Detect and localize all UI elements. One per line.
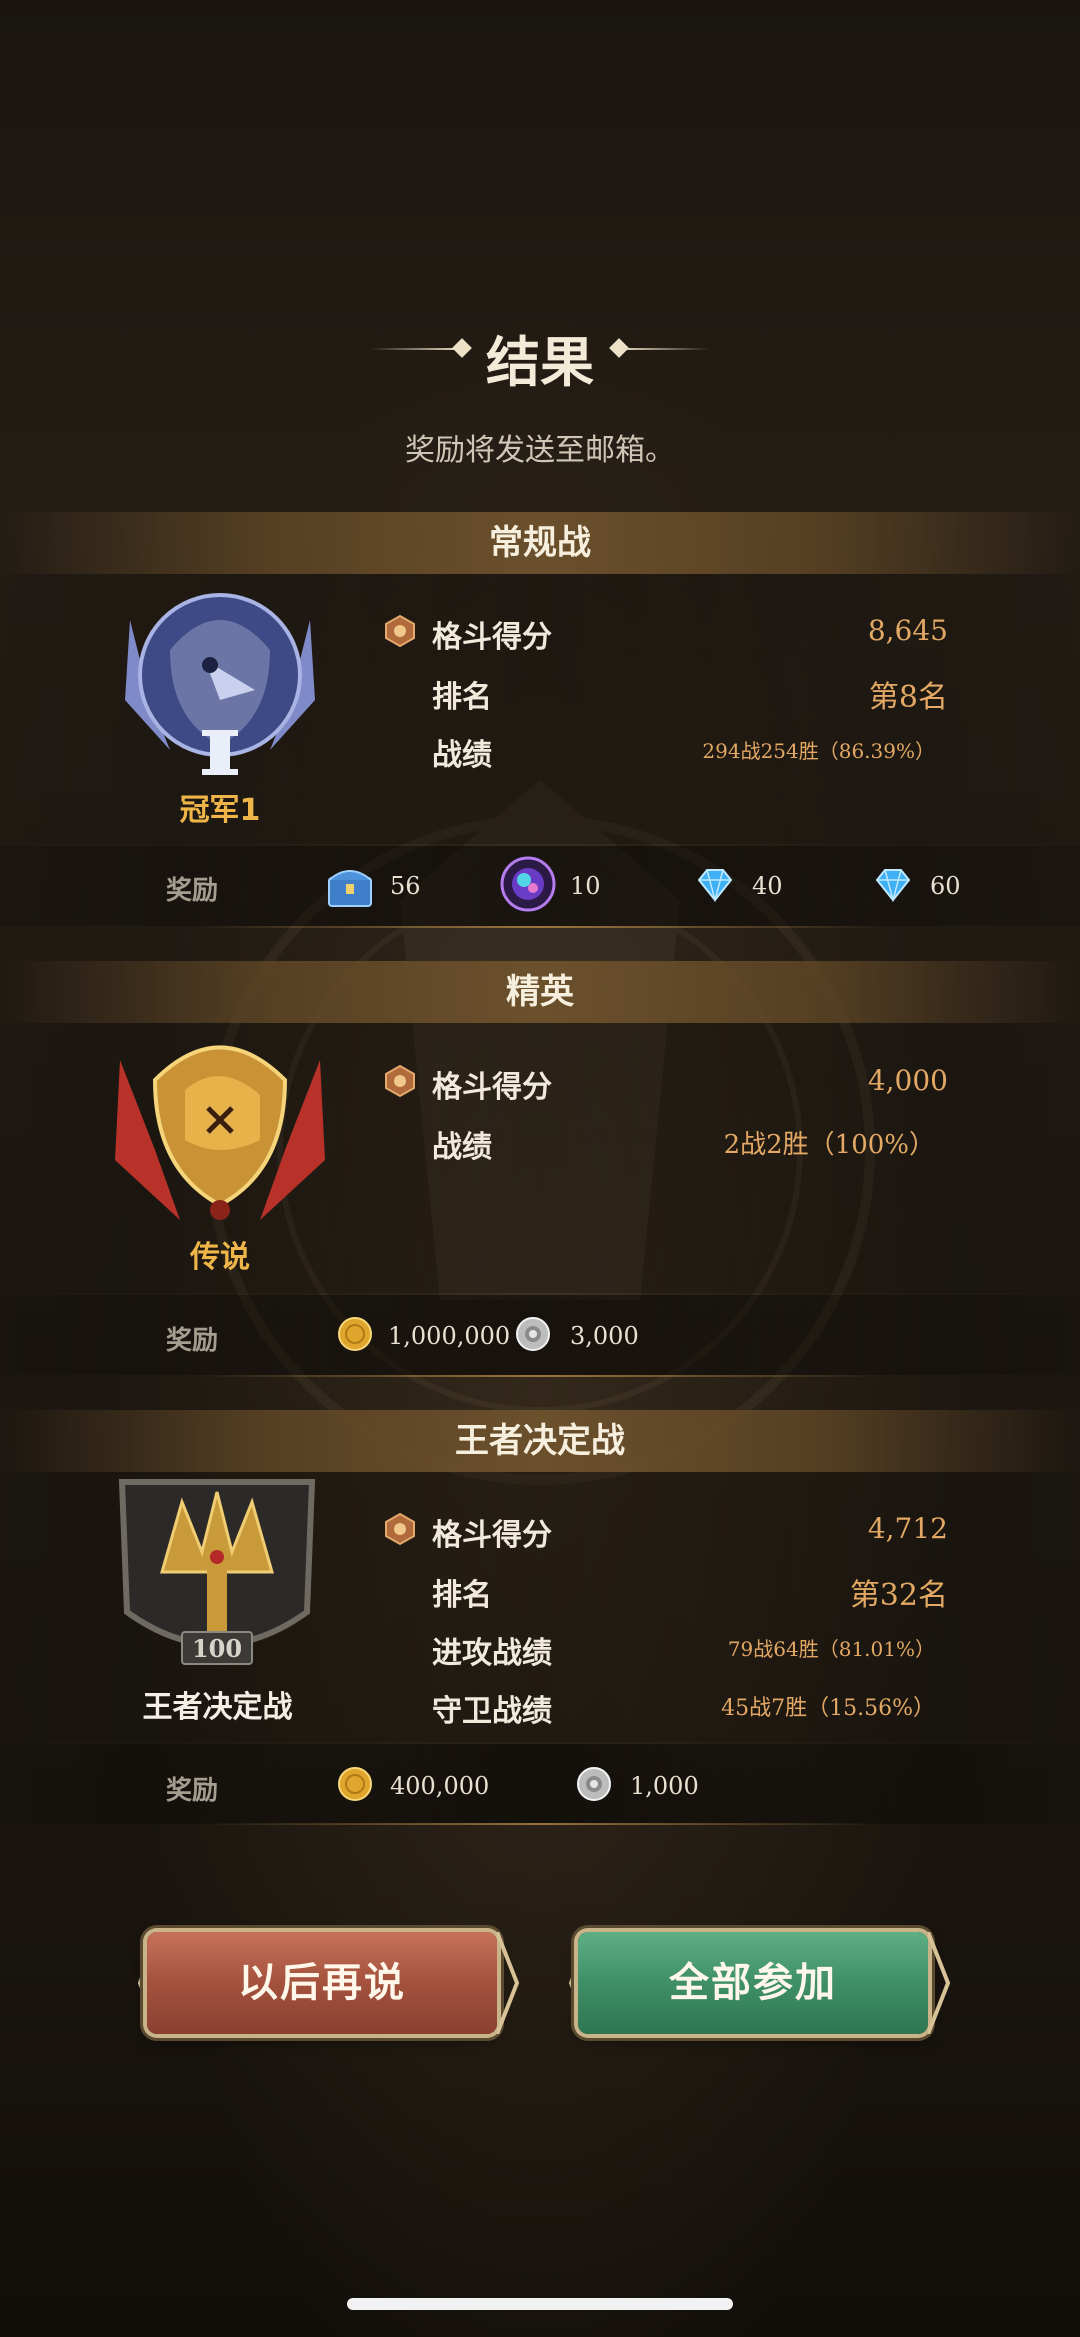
stat-value-rank: 第8名: [868, 680, 948, 715]
blue-diamond-icon: [697, 869, 733, 902]
fight-score-icon: [385, 1064, 415, 1098]
page-title: 结果: [486, 331, 594, 394]
silver-medal-icon: [577, 1767, 611, 1801]
reward-value: 3,000: [570, 1322, 639, 1350]
stat-value-fight-score: 8,645: [867, 614, 948, 647]
stat-label-rank: 排名: [432, 1578, 492, 1613]
section-title-elite: 精英: [506, 972, 574, 1012]
purple-orb-icon: [500, 856, 556, 912]
gold-coin-icon: [338, 1767, 372, 1801]
badge-number: 100: [192, 1634, 242, 1663]
reward-value: 10: [570, 872, 601, 900]
section-divider: [200, 1823, 880, 1825]
stat-value-attack-record: 79战64胜（81.01%）: [727, 1637, 935, 1661]
stat-label-defense-record: 守卫战绩: [432, 1694, 552, 1729]
reward-value: 60: [930, 872, 961, 900]
stat-value-fight-score: 4,712: [867, 1512, 948, 1545]
stat-value-rank: 第32名: [849, 1578, 948, 1613]
title-line-right: [620, 348, 710, 350]
stat-value-fight-score: 4,000: [867, 1064, 948, 1097]
home-indicator[interactable]: [347, 2298, 733, 2310]
button-ornament-right: [497, 1932, 520, 2034]
reward-value: 400,000: [390, 1772, 490, 1800]
button-ornament-right: [928, 1932, 951, 2034]
reward-value: 1,000: [630, 1772, 699, 1800]
stat-value-defense-record: 45战7胜（15.56%）: [721, 1696, 935, 1721]
stat-label-attack-record: 进攻战绩: [432, 1636, 552, 1671]
section-divider: [200, 1375, 880, 1377]
join-all-button[interactable]: 全部参加: [578, 1932, 928, 2034]
treasure-chest-icon: [328, 870, 372, 907]
stat-label-record: 战绩: [432, 1130, 492, 1165]
reward-label: 奖励: [166, 1326, 219, 1356]
rank-label: 王者决定战: [142, 1690, 293, 1725]
stat-label-fight-score: 格斗得分: [432, 1070, 552, 1105]
stat-label-fight-score: 格斗得分: [432, 620, 552, 655]
stat-label-rank: 排名: [432, 680, 492, 715]
page-subtitle: 奖励将发送至邮箱。: [405, 433, 675, 468]
stat-value-record: 294战254胜（86.39%）: [702, 739, 935, 763]
gold-coin-icon: [338, 1317, 372, 1351]
reward-row-king: [0, 1744, 1080, 1824]
champion-rank-badge: [125, 593, 315, 775]
section-divider: [200, 926, 880, 928]
stat-label-fight-score: 格斗得分: [432, 1518, 552, 1553]
legend-rank-badge: [115, 1045, 325, 1220]
rank-label: 传说: [190, 1240, 250, 1275]
reward-value: 56: [390, 872, 421, 900]
king-rank-badge: 100: [118, 1479, 316, 1665]
silver-medal-icon: [516, 1317, 550, 1351]
reward-value: 1,000,000: [388, 1322, 511, 1350]
fight-score-icon: [385, 1512, 415, 1546]
stat-value-record: 2战2胜（100%）: [723, 1130, 935, 1160]
section-title-regular: 常规战: [489, 523, 591, 563]
later-button[interactable]: 以后再说: [147, 1932, 497, 2034]
fight-score-icon: [385, 614, 415, 648]
blue-diamond-icon: [875, 869, 911, 902]
reward-label: 奖励: [166, 1776, 219, 1806]
stat-label-record: 战绩: [432, 738, 492, 773]
rank-label: 冠军1: [179, 793, 261, 828]
reward-label: 奖励: [166, 876, 219, 906]
reward-value: 40: [752, 872, 783, 900]
